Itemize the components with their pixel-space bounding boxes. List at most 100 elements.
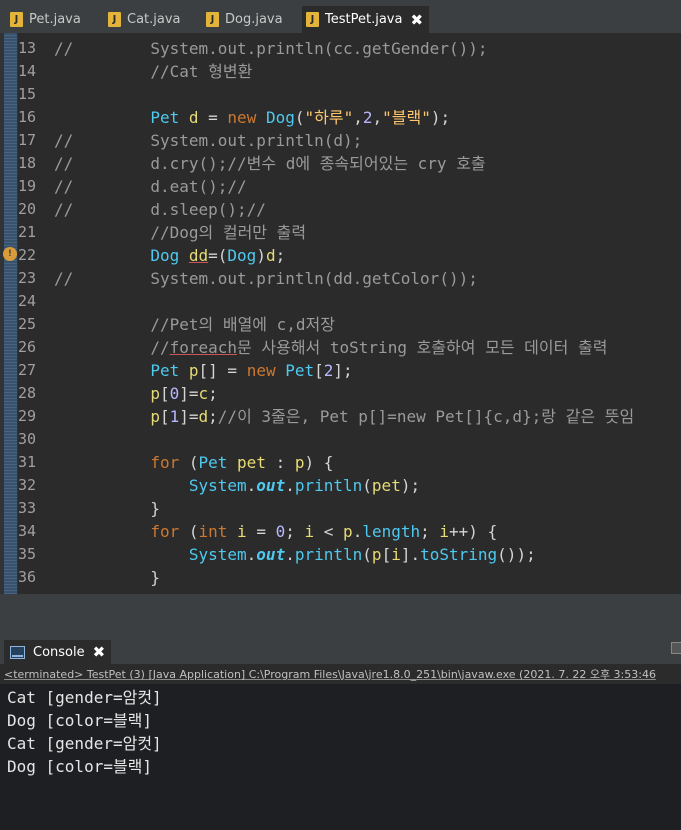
code-token: // System.out.println(cc.getGender()); — [54, 39, 488, 58]
code-token: System — [188, 476, 247, 495]
code-token: i — [237, 522, 247, 541]
code-token: new — [246, 361, 276, 380]
code-editor[interactable]: 13 // System.out.println(cc.getGender());… — [0, 33, 681, 608]
console-output[interactable]: Cat [gender=암컷] Dog [color=블랙] Cat [gender… — [0, 684, 681, 830]
code-text: //Dog의 컬러만 출력 — [54, 221, 306, 244]
code-line[interactable]: 23 // System.out.println(dd.getColor()); — [0, 267, 681, 290]
tab-console[interactable]: Console ✖ — [4, 640, 112, 664]
code-text: // d.sleep();// — [54, 198, 266, 221]
code-text: System.out.println(p[i].toString()); — [54, 543, 536, 566]
tab-cat-java[interactable]: J Cat.java — [108, 6, 181, 33]
code-text: Dog dd=(Dog)d; — [54, 244, 285, 267]
code-line[interactable]: 16 Pet d = new Dog("하루",2,"블랙"); — [0, 106, 681, 129]
warning-marker-icon[interactable]: ! — [3, 247, 17, 261]
tab-testpet-java[interactable]: J TestPet.java ✖ — [302, 6, 430, 33]
code-line[interactable]: 17 // System.out.println(d); — [0, 129, 681, 152]
code-token: } — [54, 568, 160, 587]
code-line[interactable]: 31 for (Pet pet : p) { — [0, 451, 681, 474]
code-line[interactable]: 34 for (int i = 0; i < p.length; i++) { — [0, 520, 681, 543]
line-number: 18 — [18, 154, 37, 172]
line-number: 29 — [18, 407, 37, 425]
line-number: 30 — [18, 430, 37, 448]
code-token: ) { — [304, 453, 334, 472]
code-text: //Pet의 배열에 c,d저장 — [54, 313, 335, 336]
code-token: i — [304, 522, 315, 541]
code-token: p — [150, 407, 160, 426]
code-text: // System.out.println(dd.getColor()); — [54, 267, 478, 290]
code-token: for — [150, 522, 180, 541]
code-token: for — [150, 453, 180, 472]
code-token: p — [188, 361, 199, 380]
code-token: ]= — [179, 384, 199, 403]
close-icon[interactable]: ✖ — [93, 643, 106, 661]
code-token: "블랙" — [382, 108, 431, 127]
code-token: p — [150, 384, 160, 403]
code-line[interactable]: 26 //foreach문 사용해서 toString 호출하여 모든 데이터 … — [0, 336, 681, 359]
code-text: // System.out.println(d); — [54, 129, 362, 152]
line-number: 33 — [18, 499, 37, 517]
code-token: = — [246, 522, 276, 541]
code-text: Pet d = new Dog("하루",2,"블랙"); — [54, 106, 450, 129]
code-line[interactable]: 24 — [0, 290, 681, 313]
code-line[interactable]: 35 System.out.println(p[i].toString()); — [0, 543, 681, 566]
code-line[interactable]: 28 p[0]=c; — [0, 382, 681, 405]
code-token: d — [265, 246, 276, 265]
code-token: } — [54, 499, 160, 518]
line-number: 34 — [18, 522, 37, 540]
code-token: //Dog의 컬러만 출력 — [54, 223, 307, 242]
close-icon[interactable]: ✖ — [410, 11, 423, 29]
code-token: i — [439, 522, 450, 541]
code-line[interactable]: 18 // d.cry();//변수 d에 종속되어있는 cry 호출 — [0, 152, 681, 175]
code-token: p — [294, 453, 305, 472]
code-line[interactable]: 32 System.out.println(pet); — [0, 474, 681, 497]
code-token: Pet — [285, 361, 315, 380]
line-number: 15 — [18, 85, 37, 103]
code-token: Dog — [150, 246, 180, 265]
code-token: System — [188, 545, 247, 564]
line-number: 23 — [18, 269, 37, 287]
code-token: ; — [208, 407, 218, 426]
line-number: 31 — [18, 453, 37, 471]
code-token: // System.out.println(dd.getColor()); — [54, 269, 478, 288]
code-token: int — [198, 522, 228, 541]
code-line[interactable]: 27 Pet p[] = new Pet[2]; — [0, 359, 681, 382]
code-token: = — [198, 108, 228, 127]
code-token: println — [294, 545, 363, 564]
code-token: out — [256, 476, 286, 495]
code-token: Dog — [227, 246, 257, 265]
tab-dog-java[interactable]: J Dog.java — [206, 6, 283, 33]
code-line[interactable]: 36 } — [0, 566, 681, 589]
code-token: p — [371, 545, 382, 564]
code-token: 0 — [169, 384, 180, 403]
tab-pet-java[interactable]: J Pet.java — [10, 6, 81, 33]
code-token: ()); — [497, 545, 536, 564]
minimize-icon[interactable] — [671, 642, 681, 654]
code-line[interactable]: 14 //Cat 형변환 — [0, 60, 681, 83]
code-line[interactable]: 30 — [0, 428, 681, 451]
line-number: 17 — [18, 131, 37, 149]
code-token: dd — [188, 246, 209, 265]
code-token: . — [246, 545, 257, 564]
code-token: //Cat 형변환 — [54, 62, 253, 81]
code-line[interactable]: ! 22 Dog dd=(Dog)d; — [0, 244, 681, 267]
code-token: // d.sleep();// — [54, 200, 266, 219]
code-line[interactable]: 33 } — [0, 497, 681, 520]
code-line[interactable]: 25 //Pet의 배열에 c,d저장 — [0, 313, 681, 336]
line-number: 35 — [18, 545, 37, 563]
code-line[interactable]: 13 // System.out.println(cc.getGender()); — [0, 37, 681, 60]
code-token: ); — [400, 476, 421, 495]
code-line[interactable]: 15 — [0, 83, 681, 106]
code-line[interactable]: 21 //Dog의 컬러만 출력 — [0, 221, 681, 244]
code-token: . — [285, 545, 295, 564]
code-line[interactable]: 29 p[1]=d;//이 3줄은, Pet p[]=new Pet[]{c,d… — [0, 405, 681, 428]
code-token: 0 — [275, 522, 286, 541]
code-line[interactable]: 19 // d.eat();// — [0, 175, 681, 198]
code-line[interactable]: 20 // d.sleep();// — [0, 198, 681, 221]
code-token: new — [227, 108, 257, 127]
